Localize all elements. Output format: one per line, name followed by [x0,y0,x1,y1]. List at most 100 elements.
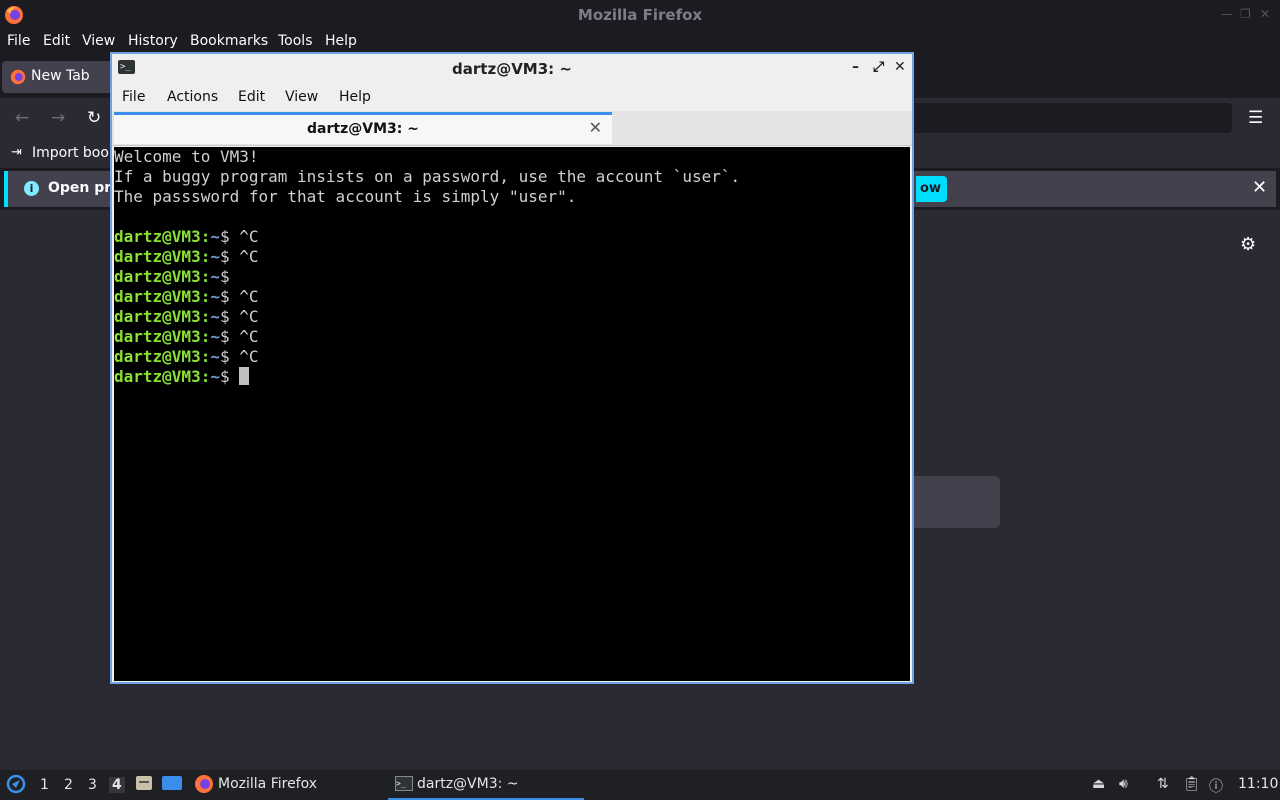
menu-file[interactable]: File [122,89,145,105]
prompt-line: dartz@VM3:~$ ^C [114,287,910,307]
close-icon[interactable]: ✕ [894,59,906,75]
prompt-line: dartz@VM3:~$ ^C [114,247,910,267]
menu-view[interactable]: View [82,33,115,49]
workspace-4[interactable]: 4 [109,777,125,793]
close-icon[interactable]: ✕ [1260,7,1270,21]
maximize-icon[interactable]: ❐ [1240,7,1251,21]
hamburger-menu-icon[interactable]: ☰ [1248,108,1263,128]
text-cursor [239,367,250,385]
command-text: ^C [239,327,259,346]
prompt-separator: : [200,267,211,286]
prompt-separator: : [200,247,211,266]
menu-help[interactable]: Help [325,33,357,49]
command-text: ^C [239,307,259,326]
eject-icon[interactable]: ⏏ [1092,776,1105,792]
prompt-path: ~ [210,247,220,266]
prompt-line: dartz@VM3:~$ ^C [114,327,910,347]
info-icon: i [24,181,39,196]
prompt-symbol: $ [219,347,240,366]
import-icon: ⇥ [11,145,22,160]
prompt-user: dartz@VM3 [114,347,201,366]
terminal-output-line: The passsword for that account is simply… [114,187,577,206]
prompt-path: ~ [210,267,220,286]
task-label: Mozilla Firefox [218,776,318,792]
back-icon[interactable]: ← [15,108,29,128]
notification-icon[interactable]: ⓘ [1209,776,1223,796]
terminal-tab[interactable]: dartz@VM3: ~ ✕ [114,112,612,144]
tab-label: New Tab [31,68,90,84]
prompt-path: ~ [210,287,220,306]
prompt-user: dartz@VM3 [114,227,201,246]
menu-tools[interactable]: Tools [278,33,313,49]
prompt-user: dartz@VM3 [114,307,201,326]
terminal-title: dartz@VM3: ~ [452,60,572,78]
prompt-line: dartz@VM3:~$ ^C [114,347,910,367]
firefox-menubar: File Edit View History Bookmarks Tools H… [0,29,1280,54]
prompt-symbol: $ [219,367,240,386]
import-bookmarks-item[interactable]: Import book [32,145,117,161]
url-bar[interactable] [912,103,1232,133]
firefox-logo-icon [10,69,26,89]
task-terminal[interactable]: >_ dartz@VM3: ~ [388,770,584,800]
menu-edit[interactable]: Edit [238,89,265,105]
terminal-screen[interactable]: Welcome to VM3! If a buggy program insis… [114,147,910,681]
window-title: Mozilla Firefox [577,6,703,24]
terminal-app-icon: >_ [395,776,413,791]
terminal-window: >_ dartz@VM3: ~ – ⤢ ✕ File Actions Edit … [110,52,914,684]
menu-bookmarks[interactable]: Bookmarks [190,33,268,49]
task-label: dartz@VM3: ~ [417,776,519,792]
prompt-path: ~ [210,227,220,246]
prompt-separator: : [200,227,211,246]
menu-history[interactable]: History [128,33,178,49]
terminal-output-line: Welcome to VM3! [114,147,259,166]
network-icon[interactable]: ⇅ [1157,776,1169,792]
prompt-separator: : [200,327,211,346]
prompt-symbol: $ [219,267,240,286]
close-tab-icon[interactable]: ✕ [589,118,602,137]
show-desktop-icon[interactable] [162,775,182,795]
file-manager-icon[interactable] [135,774,153,796]
forward-icon[interactable]: → [51,108,65,128]
prompt-user: dartz@VM3 [114,287,201,306]
menu-help[interactable]: Help [339,89,371,105]
workspace-1[interactable]: 1 [40,777,49,793]
prompt-separator: : [200,307,211,326]
prompt-symbol: $ [219,287,240,306]
terminal-menubar: File Actions Edit View Help [112,83,912,111]
menu-view[interactable]: View [285,89,318,105]
maximize-icon[interactable]: ⤢ [873,59,884,75]
reload-icon[interactable]: ↻ [87,108,101,128]
prompt-path: ~ [210,327,220,346]
prompt-symbol: $ [219,327,240,346]
prompt-symbol: $ [219,227,240,246]
start-menu-icon[interactable] [6,774,26,798]
prompt-line: dartz@VM3:~$ ^C [114,307,910,327]
firefox-titlebar: Mozilla Firefox — ❐ ✕ [0,0,1280,29]
prompt-path: ~ [210,367,220,386]
prompt-path: ~ [210,347,220,366]
clock: 11:10 [1238,776,1279,792]
prompt-separator: : [200,347,211,366]
clipboard-icon[interactable]: 📋︎ [1183,776,1201,792]
workspace-2[interactable]: 2 [64,777,73,793]
menu-actions[interactable]: Actions [167,89,218,105]
menu-file[interactable]: File [7,33,30,49]
prompt-separator: : [200,367,211,386]
taskbar: 1 2 3 4 Mozilla Firefox >_ dartz@VM3: ~ … [0,770,1280,800]
task-firefox[interactable]: Mozilla Firefox [192,770,382,798]
notification-action-button[interactable]: ow [916,176,947,202]
terminal-tab-label: dartz@VM3: ~ [307,121,419,137]
volume-icon[interactable]: 🔊︎ [1119,776,1128,792]
tab-new-tab[interactable]: New Tab [2,61,122,93]
workspace-3[interactable]: 3 [88,777,97,793]
firefox-logo-icon [194,774,214,798]
prompt-separator: : [200,287,211,306]
prompt-user: dartz@VM3 [114,327,201,346]
menu-edit[interactable]: Edit [43,33,70,49]
gear-icon[interactable]: ⚙ [1240,234,1256,255]
command-text: ^C [239,347,259,366]
minimize-icon[interactable]: — [1221,7,1233,21]
close-icon[interactable]: ✕ [1252,177,1267,198]
minimize-icon[interactable]: – [852,59,859,75]
